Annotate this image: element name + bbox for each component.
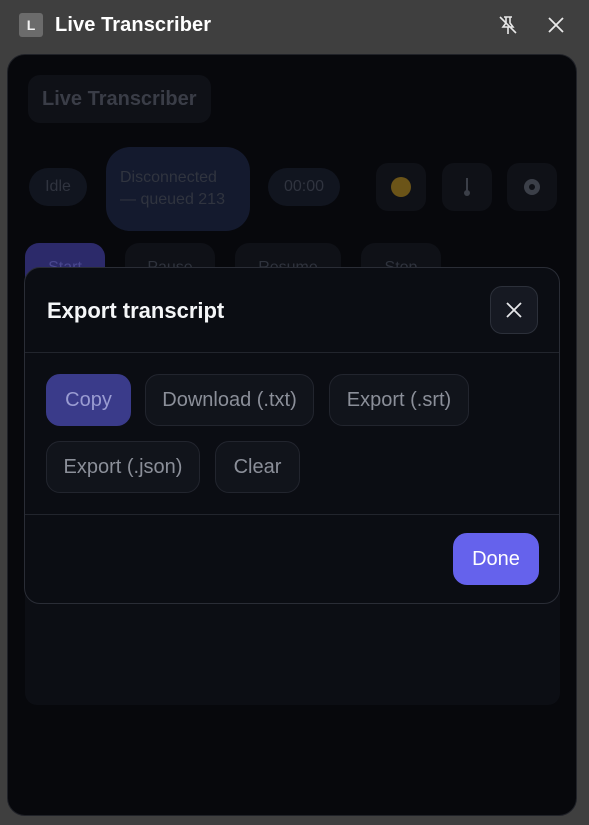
- download-txt-button[interactable]: Download (.txt): [145, 374, 314, 426]
- timer-badge: 00:00: [268, 168, 340, 206]
- dialog-close-button[interactable]: [490, 286, 538, 334]
- mic-level-button[interactable]: [442, 163, 492, 211]
- window-close-button[interactable]: [543, 12, 569, 38]
- export-srt-button[interactable]: Export (.srt): [329, 374, 469, 426]
- record-indicator-button[interactable]: [376, 163, 426, 211]
- gear-icon: [524, 179, 540, 195]
- export-dialog: Export transcript Copy Download (.txt) E…: [24, 267, 560, 604]
- window-titlebar: L Live Transcriber: [0, 0, 589, 52]
- divider: [25, 352, 559, 353]
- settings-button[interactable]: [507, 163, 557, 211]
- clear-button[interactable]: Clear: [215, 441, 300, 493]
- copy-button[interactable]: Copy: [46, 374, 131, 426]
- unpin-icon[interactable]: [495, 12, 521, 38]
- close-icon: [506, 302, 522, 318]
- divider: [25, 514, 559, 515]
- thermometer-icon: [464, 178, 470, 196]
- export-json-button[interactable]: Export (.json): [46, 441, 200, 493]
- done-button[interactable]: Done: [453, 533, 539, 585]
- status-dot-icon: [391, 177, 411, 197]
- status-badge: Idle: [29, 168, 87, 206]
- app-header-title: Live Transcriber: [28, 75, 211, 123]
- dialog-title: Export transcript: [47, 298, 225, 323]
- window-title: Live Transcriber: [55, 14, 212, 36]
- close-icon: [548, 17, 564, 33]
- connection-badge: Disconnected — queued 213: [106, 147, 250, 231]
- app-icon: L: [19, 13, 43, 37]
